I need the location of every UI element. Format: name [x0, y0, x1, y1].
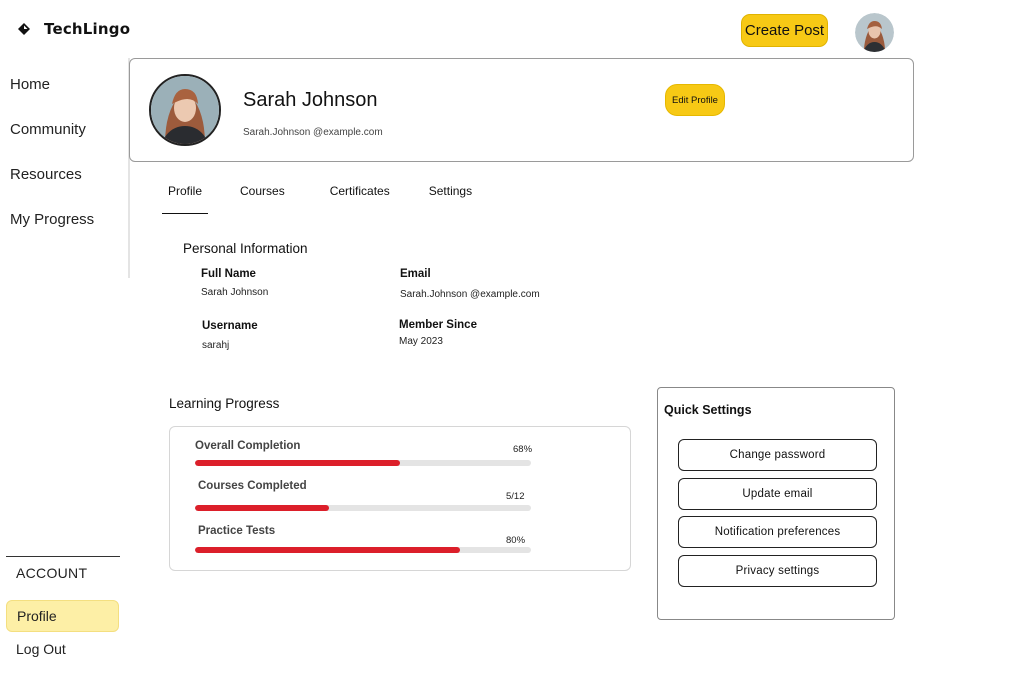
- profile-avatar: [149, 74, 221, 146]
- progress-label-practice: Practice Tests: [198, 525, 276, 537]
- profile-name: Sarah Johnson: [243, 89, 378, 111]
- profile-email: Sarah.Johnson @example.com: [243, 127, 383, 138]
- full-name-label: Full Name: [201, 268, 256, 280]
- tab-profile[interactable]: Profile: [162, 184, 209, 214]
- quick-settings-title: Quick Settings: [664, 403, 752, 417]
- privacy-settings-button[interactable]: Privacy settings: [678, 555, 877, 587]
- username-value: sarahj: [202, 340, 230, 351]
- tab-certificates[interactable]: Certificates: [324, 184, 396, 206]
- account-section-label: ACCOUNT: [16, 565, 88, 581]
- app-name: TechLingo: [44, 20, 131, 38]
- progress-label-overall: Overall Completion: [195, 440, 301, 452]
- change-password-button[interactable]: Change password: [678, 439, 877, 471]
- username-label: Username: [202, 320, 258, 332]
- member-since-value: May 2023: [399, 336, 443, 347]
- progress-bar-courses: [195, 505, 531, 511]
- sidebar-item-profile[interactable]: Profile: [6, 600, 119, 632]
- learning-progress-card: Overall Completion 68% Courses Completed…: [169, 426, 631, 571]
- progress-fill-practice: [195, 547, 461, 553]
- tab-courses[interactable]: Courses: [234, 184, 291, 206]
- sidebar-item-my-progress[interactable]: My Progress: [10, 211, 94, 256]
- progress-label-courses: Courses Completed: [198, 480, 307, 492]
- diamond-logo-icon: [18, 23, 30, 35]
- progress-value-courses: 5/12: [506, 491, 525, 502]
- account-divider: [6, 556, 120, 557]
- sidebar-item-log-out[interactable]: Log Out: [16, 641, 66, 657]
- tab-settings[interactable]: Settings: [423, 184, 478, 206]
- edit-profile-button[interactable]: Edit Profile: [665, 84, 725, 116]
- sidebar-nav: Home Community Resources My Progress: [10, 76, 94, 256]
- update-email-button[interactable]: Update email: [678, 478, 877, 510]
- sidebar-item-resources[interactable]: Resources: [10, 166, 94, 211]
- email-value: Sarah.Johnson @example.com: [400, 289, 540, 300]
- notification-preferences-button[interactable]: Notification preferences: [678, 516, 877, 548]
- progress-fill-courses: [195, 505, 330, 511]
- full-name-value: Sarah Johnson: [201, 287, 269, 298]
- progress-value-overall: 68%: [513, 444, 533, 455]
- sidebar-item-home[interactable]: Home: [10, 76, 94, 121]
- personal-info-heading: Personal Information: [183, 241, 308, 256]
- profile-tabs: Profile Courses Certificates Settings: [162, 184, 498, 214]
- sidebar-item-community[interactable]: Community: [10, 121, 94, 166]
- app-logo[interactable]: TechLingo: [18, 20, 130, 38]
- learning-progress-heading: Learning Progress: [169, 396, 280, 411]
- quick-settings-card: Quick Settings Change password Update em…: [657, 387, 895, 620]
- progress-fill-overall: [195, 460, 400, 466]
- profile-header-card: Sarah Johnson Sarah.Johnson @example.com…: [129, 58, 914, 162]
- email-label: Email: [400, 268, 431, 280]
- member-since-label: Member Since: [399, 319, 477, 331]
- user-avatar-icon[interactable]: [855, 13, 894, 52]
- progress-bar-overall: [195, 460, 531, 466]
- progress-value-practice: 80%: [506, 535, 526, 546]
- create-post-button[interactable]: Create Post: [741, 14, 828, 47]
- progress-bar-practice: [195, 547, 531, 553]
